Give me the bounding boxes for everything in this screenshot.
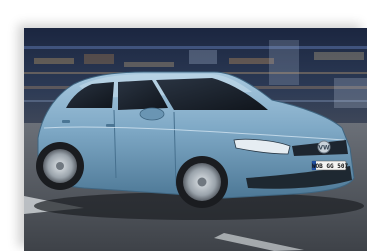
side-mirror <box>139 107 165 121</box>
rear-wheel <box>36 142 84 190</box>
page: VW WOB GG 507 <box>0 0 367 251</box>
car-photo: VW WOB GG 507 <box>24 28 367 251</box>
front-wheel <box>176 156 228 208</box>
door-handle <box>62 120 70 123</box>
license-plate: WOB GG 507 <box>311 160 349 171</box>
door-handle <box>106 124 115 127</box>
svg-text:VW: VW <box>318 145 330 152</box>
license-plate-text: WOB GG 507 <box>312 163 349 170</box>
